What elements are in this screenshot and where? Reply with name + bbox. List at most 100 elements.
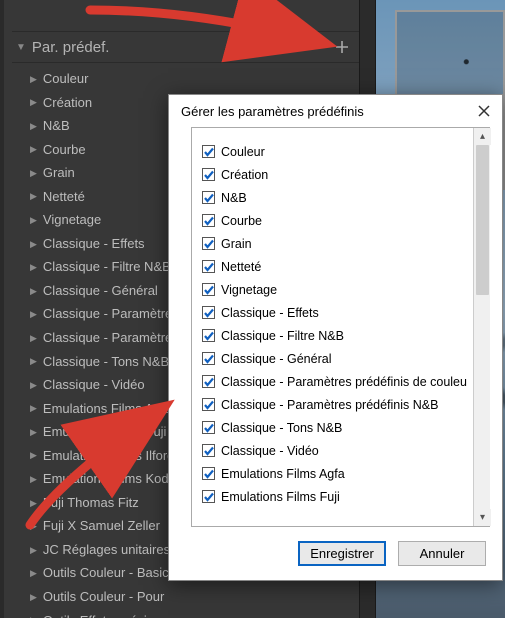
preset-folder-label: Couleur: [43, 70, 89, 88]
preset-folder[interactable]: ▶Outils Effets spéciaux: [12, 609, 359, 618]
save-button[interactable]: Enregistrer: [298, 541, 386, 566]
preset-folder-label: Netteté: [43, 188, 85, 206]
checkmark-icon: [204, 239, 214, 249]
preset-checkbox-list: Couleur Création N&B CourbeGrainNetteté Vign…: [192, 128, 473, 526]
preset-folder-label: Emulations Films Kodak: [43, 470, 182, 488]
chevron-right-icon: ▶: [30, 190, 37, 202]
preset-folder-label: Vignetage: [43, 211, 101, 229]
checkmark-icon: [204, 354, 214, 364]
checkbox[interactable]: [202, 191, 215, 204]
preset-checkbox-row[interactable]: Netteté: [202, 255, 467, 278]
preset-checkbox-row[interactable]: Classique - Général: [202, 347, 467, 370]
checkbox[interactable]: [202, 168, 215, 181]
chevron-right-icon: ▶: [30, 379, 37, 391]
panel-top-spacer: [12, 0, 359, 32]
checkmark-icon: [204, 170, 214, 180]
preset-folder-label: Classique - Vidéo: [43, 376, 145, 394]
scrollbar[interactable]: ▴ ▾: [473, 128, 490, 526]
checkbox-label: Emulations Films Agfa: [221, 467, 345, 481]
chevron-right-icon: ▶: [30, 473, 37, 485]
preset-checkbox-row[interactable]: Vignetage: [202, 278, 467, 301]
preset-checkbox-row[interactable]: Classique - Vidéo: [202, 439, 467, 462]
chevron-right-icon: ▶: [30, 520, 37, 532]
cancel-button[interactable]: Annuler: [398, 541, 486, 566]
chevron-right-icon: ▶: [30, 567, 37, 579]
chevron-right-icon: ▶: [30, 120, 37, 132]
checkbox-label: Vignetage: [221, 283, 277, 297]
preset-folder-label: Classique - Tons N&B: [43, 353, 169, 371]
chevron-right-icon: ▶: [30, 449, 37, 461]
checkbox[interactable]: [202, 214, 215, 227]
scroll-up-button[interactable]: ▴: [474, 128, 491, 145]
preset-checkbox-row[interactable]: Emulations Films Fuji: [202, 485, 467, 508]
checkbox[interactable]: [202, 329, 215, 342]
preset-folder-label: N&B: [43, 117, 70, 135]
preset-folder-label: Classique - Effets: [43, 235, 145, 253]
preset-checkbox-row[interactable]: Couleur: [202, 140, 467, 163]
preset-checkbox-row[interactable]: N&B: [202, 186, 467, 209]
preset-checkbox-row[interactable]: Courbe: [202, 209, 467, 232]
chevron-right-icon: ▶: [30, 426, 37, 438]
checkbox[interactable]: [202, 444, 215, 457]
scroll-thumb[interactable]: [476, 145, 489, 295]
chevron-right-icon: ▶: [30, 214, 37, 226]
chevron-right-icon: ▶: [30, 355, 37, 367]
checkbox[interactable]: [202, 467, 215, 480]
preset-folder-label: Classique - Paramètres: [43, 305, 179, 323]
checkmark-icon: [204, 147, 214, 157]
checkbox-label: Classique - Effets: [221, 306, 319, 320]
checkbox-label: Classique - Paramètres prédéfinis N&B: [221, 398, 438, 412]
checkbox-label: N&B: [221, 191, 247, 205]
preset-checkbox-row[interactable]: Classique - Tons N&B: [202, 416, 467, 439]
preset-checkbox-row[interactable]: Création: [202, 163, 467, 186]
checkbox[interactable]: [202, 306, 215, 319]
checkmark-icon: [204, 377, 214, 387]
checkbox[interactable]: [202, 421, 215, 434]
checkmark-icon: [204, 492, 214, 502]
preset-checkbox-row[interactable]: Classique - Effets: [202, 301, 467, 324]
preset-folder[interactable]: ▶ Couleur: [12, 67, 359, 91]
checkmark-icon: [204, 308, 214, 318]
checkbox[interactable]: [202, 490, 215, 503]
preset-folder-label: Outils Couleur - Basic: [43, 564, 169, 582]
checkbox[interactable]: [202, 260, 215, 273]
preset-checkbox-row[interactable]: Classique - Filtre N&B: [202, 324, 467, 347]
manage-presets-dialog: Gérer les paramètres prédéfinis CouleurC…: [168, 94, 503, 581]
dialog-body: Couleur Création N&B CourbeGrainNetteté Vign…: [191, 127, 490, 527]
preset-folder-label: Outils Effets spéciaux: [43, 612, 168, 618]
preset-folder-label: Création: [43, 94, 92, 112]
checkbox-label: Couleur: [221, 145, 265, 159]
preset-checkbox-row[interactable]: Grain: [202, 232, 467, 255]
preset-checkbox-row[interactable]: Classique - Paramètres prédéfinis N&B: [202, 393, 467, 416]
preset-checkbox-row[interactable]: Emulations Films Agfa: [202, 462, 467, 485]
preset-folder-label: Grain: [43, 164, 75, 182]
scroll-down-button[interactable]: ▾: [474, 509, 491, 526]
checkbox-label: Classique - Tons N&B: [221, 421, 342, 435]
checkbox[interactable]: [202, 375, 215, 388]
dialog-close-button[interactable]: [476, 103, 492, 119]
checkmark-icon: [204, 446, 214, 456]
checkbox-label: Classique - Vidéo: [221, 444, 319, 458]
checkbox[interactable]: [202, 283, 215, 296]
preset-folder-label: Fuji Thomas Fitz: [43, 494, 139, 512]
presets-panel-header[interactable]: ▼ Par. prédef.: [12, 32, 359, 63]
chevron-right-icon: ▶: [30, 73, 37, 85]
preset-folder-label: Emulations Films Agfa: [43, 400, 172, 418]
close-icon: [478, 105, 490, 117]
preset-folder[interactable]: ▶Outils Couleur - Pour: [12, 585, 359, 609]
dialog-header: Gérer les paramètres prédéfinis: [169, 95, 502, 127]
preset-folder-label: Outils Couleur - Pour: [43, 588, 164, 606]
checkmark-icon: [204, 262, 214, 272]
checkmark-icon: [204, 400, 214, 410]
checkbox[interactable]: [202, 398, 215, 411]
checkbox[interactable]: [202, 352, 215, 365]
checkbox[interactable]: [202, 237, 215, 250]
chevron-right-icon: ▶: [30, 285, 37, 297]
chevron-right-icon: ▶: [30, 167, 37, 179]
checkmark-icon: [204, 331, 214, 341]
checkmark-icon: [204, 193, 214, 203]
add-preset-button[interactable]: [333, 38, 351, 56]
checkbox[interactable]: [202, 145, 215, 158]
preset-folder-label: Emulations Films Fuji: [43, 423, 167, 441]
preset-checkbox-row[interactable]: Classique - Paramètres prédéfinis de cou…: [202, 370, 467, 393]
